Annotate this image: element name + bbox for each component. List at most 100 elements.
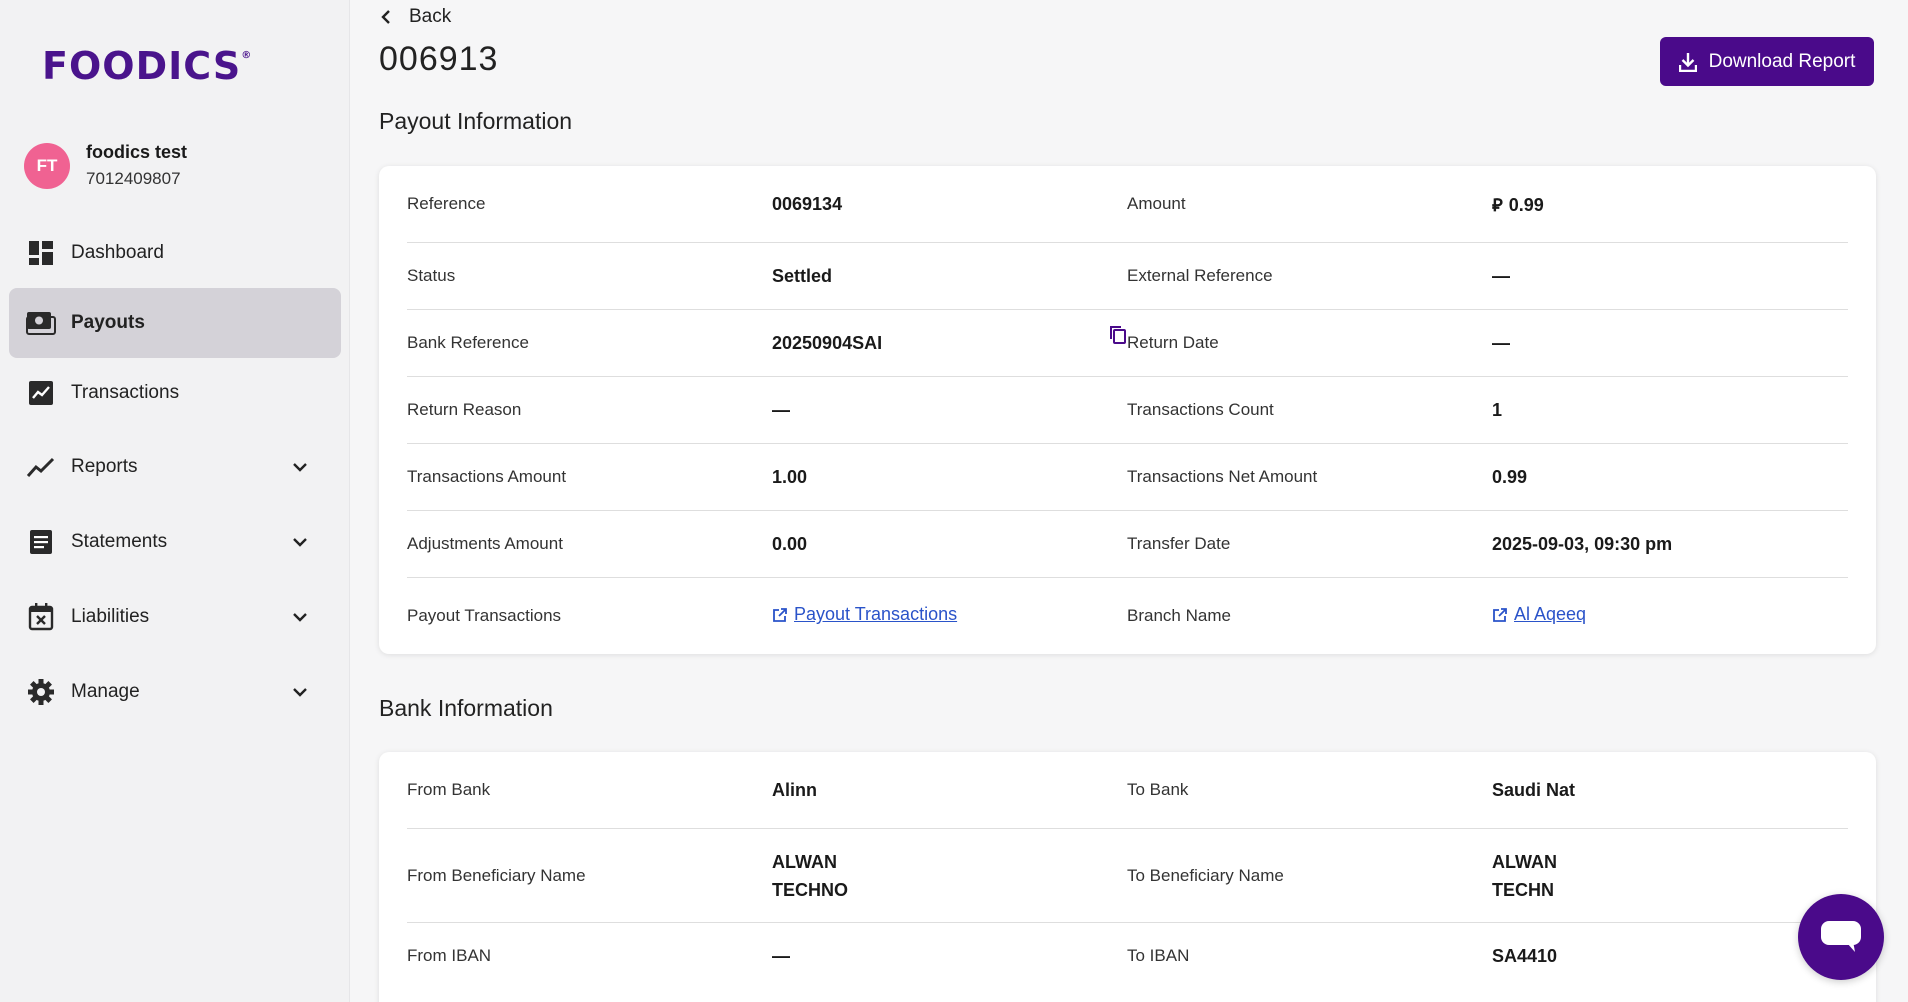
sidebar-item-label: Payouts (71, 312, 145, 333)
table-row: Reference 0069134 Amount ⃁ 0.99 (407, 166, 1848, 243)
sidebar-item-label: Reports (71, 456, 138, 477)
user-profile[interactable]: FT foodics test 7012409807 (24, 142, 187, 189)
sidebar-item-label: Dashboard (71, 242, 164, 263)
table-row: From IBAN — To IBAN SA4410 (407, 923, 1848, 989)
status-value: Settled (772, 265, 833, 286)
to-iban-label: To IBAN (1127, 946, 1190, 965)
from-beneficiary-value: ALWAN TECHNO (772, 848, 1127, 904)
external-reference-value: — (1492, 265, 1510, 286)
to-bank-value: Saudi Nat (1492, 779, 1576, 800)
from-beneficiary-line-1: ALWAN (772, 851, 837, 872)
payout-transactions-link-label: Payout Transactions (794, 604, 958, 625)
chat-icon (1821, 921, 1861, 952)
payout-transactions-link[interactable]: Payout Transactions (772, 604, 957, 625)
table-row: From Beneficiary Name ALWAN TECHNO To Be… (407, 829, 1848, 923)
external-link-icon (773, 607, 787, 622)
bank-reference-cell: 20250904SAI (772, 325, 1127, 354)
back-link[interactable]: Back (379, 6, 451, 28)
reference-value: 0069134 (772, 193, 843, 214)
transactions-net-amount-label: Transactions Net Amount (1127, 467, 1318, 486)
download-label: Download Report (1708, 50, 1856, 72)
chevron-down-icon[interactable] (289, 456, 311, 478)
payout-transactions-label: Payout Transactions (407, 606, 562, 625)
statements-icon (26, 527, 56, 557)
payout-transactions-cell: Payout Transactions (772, 604, 1127, 628)
sidebar-item-payouts[interactable]: Payouts (9, 288, 341, 358)
logo-text: FOODICS (42, 44, 242, 88)
from-bank-label: From Bank (407, 780, 491, 799)
transactions-amount-value: 1.00 (772, 466, 808, 487)
branch-name-label: Branch Name (1127, 606, 1231, 625)
transactions-amount-label: Transactions Amount (407, 467, 567, 486)
from-beneficiary-label: From Beneficiary Name (407, 865, 586, 885)
chevron-left-icon (381, 10, 390, 24)
transactions-count-value: 1 (1492, 399, 1503, 420)
from-beneficiary-line-2: TECHNO (772, 879, 848, 900)
branch-name-link-label: Al Aqeeq (1514, 604, 1587, 625)
foodics-logo[interactable]: FOODICS® (42, 44, 252, 88)
table-row: From Bank Alinn To Bank Saudi Nat (407, 752, 1848, 829)
user-name: foodics test (86, 142, 188, 162)
chevron-down-icon[interactable] (289, 531, 311, 553)
transfer-date-label: Transfer Date (1127, 534, 1231, 553)
bank-info-card: From Bank Alinn To Bank Saudi Nat From B… (379, 752, 1876, 1002)
bank-reference-label: Bank Reference (407, 333, 529, 352)
back-label: Back (409, 6, 452, 27)
sidebar-item-statements[interactable]: Statements (9, 507, 341, 577)
amount-value: 0.99 (1508, 194, 1544, 215)
chevron-down-icon[interactable] (289, 606, 311, 628)
sidebar-item-transactions[interactable]: Transactions (9, 358, 341, 428)
status-label: Status (407, 266, 456, 285)
external-link-icon (1493, 607, 1507, 622)
to-iban-value: SA4410 (1492, 945, 1558, 966)
payout-info-title: Payout Information (379, 108, 573, 134)
amount-label: Amount (1127, 194, 1186, 213)
sidebar-item-reports[interactable]: Reports (9, 432, 341, 502)
reference-label: Reference (407, 194, 486, 213)
external-reference-label: External Reference (1127, 266, 1273, 285)
registered-mark: ® (241, 50, 253, 61)
sidebar-item-liabilities[interactable]: Liabilities (9, 582, 341, 652)
gear-icon (26, 677, 56, 707)
return-date-value: — (1492, 332, 1510, 353)
sidebar-item-dashboard[interactable]: Dashboard (9, 218, 341, 288)
payout-info-card: Reference 0069134 Amount ⃁ 0.99 Status Se… (379, 166, 1876, 654)
chevron-down-icon[interactable] (289, 681, 311, 703)
to-bank-label: To Bank (1127, 780, 1189, 799)
to-beneficiary-line-2: TECHN (1492, 879, 1554, 900)
branch-name-link[interactable]: Al Aqeeq (1492, 604, 1586, 625)
transactions-icon (26, 378, 56, 408)
download-icon (1678, 52, 1697, 72)
bank-info-title: Bank Information (379, 695, 553, 721)
chat-support-button[interactable] (1798, 894, 1884, 980)
download-report-button[interactable]: Download Report (1660, 37, 1874, 86)
branch-name-cell: Al Aqeeq (1492, 604, 1848, 628)
amount-value-cell: ⃁ 0.99 (1492, 193, 1848, 216)
table-row: Status Settled External Reference — (407, 243, 1848, 310)
to-beneficiary-value: ALWAN TECHN (1492, 848, 1848, 904)
table-row: Payout Transactions Payout Transactions … (407, 578, 1848, 654)
return-reason-value: — (772, 399, 790, 420)
transfer-date-value: 2025-09-03, 09:30 pm (1492, 533, 1673, 554)
sidebar: FOODICS® FT foodics test 7012409807 Dash… (0, 0, 350, 1002)
riyal-icon: ⃁ (1492, 194, 1503, 215)
return-date-label: Return Date (1127, 333, 1219, 352)
user-info: foodics test 7012409807 (86, 142, 187, 189)
sidebar-item-label: Manage (71, 681, 140, 702)
sidebar-item-label: Liabilities (71, 606, 150, 627)
page-title: 006913 (379, 40, 499, 78)
return-reason-label: Return Reason (407, 400, 522, 419)
from-bank-value: Alinn (772, 779, 817, 800)
adjustments-amount-value: 0.00 (772, 533, 808, 554)
sidebar-item-label: Transactions (71, 382, 180, 403)
table-row: Adjustments Amount 0.00 Transfer Date 20… (407, 511, 1848, 578)
sidebar-item-manage[interactable]: Manage (9, 657, 341, 727)
reports-icon (26, 452, 56, 482)
bank-reference-value: 20250904SAI (772, 332, 883, 353)
transactions-net-amount-value: 0.99 (1492, 466, 1528, 487)
sidebar-item-label: Statements (71, 531, 168, 552)
avatar: FT (24, 142, 70, 189)
liabilities-icon (26, 602, 56, 632)
copy-icon[interactable] (1109, 325, 1127, 345)
dashboard-icon (26, 238, 56, 268)
